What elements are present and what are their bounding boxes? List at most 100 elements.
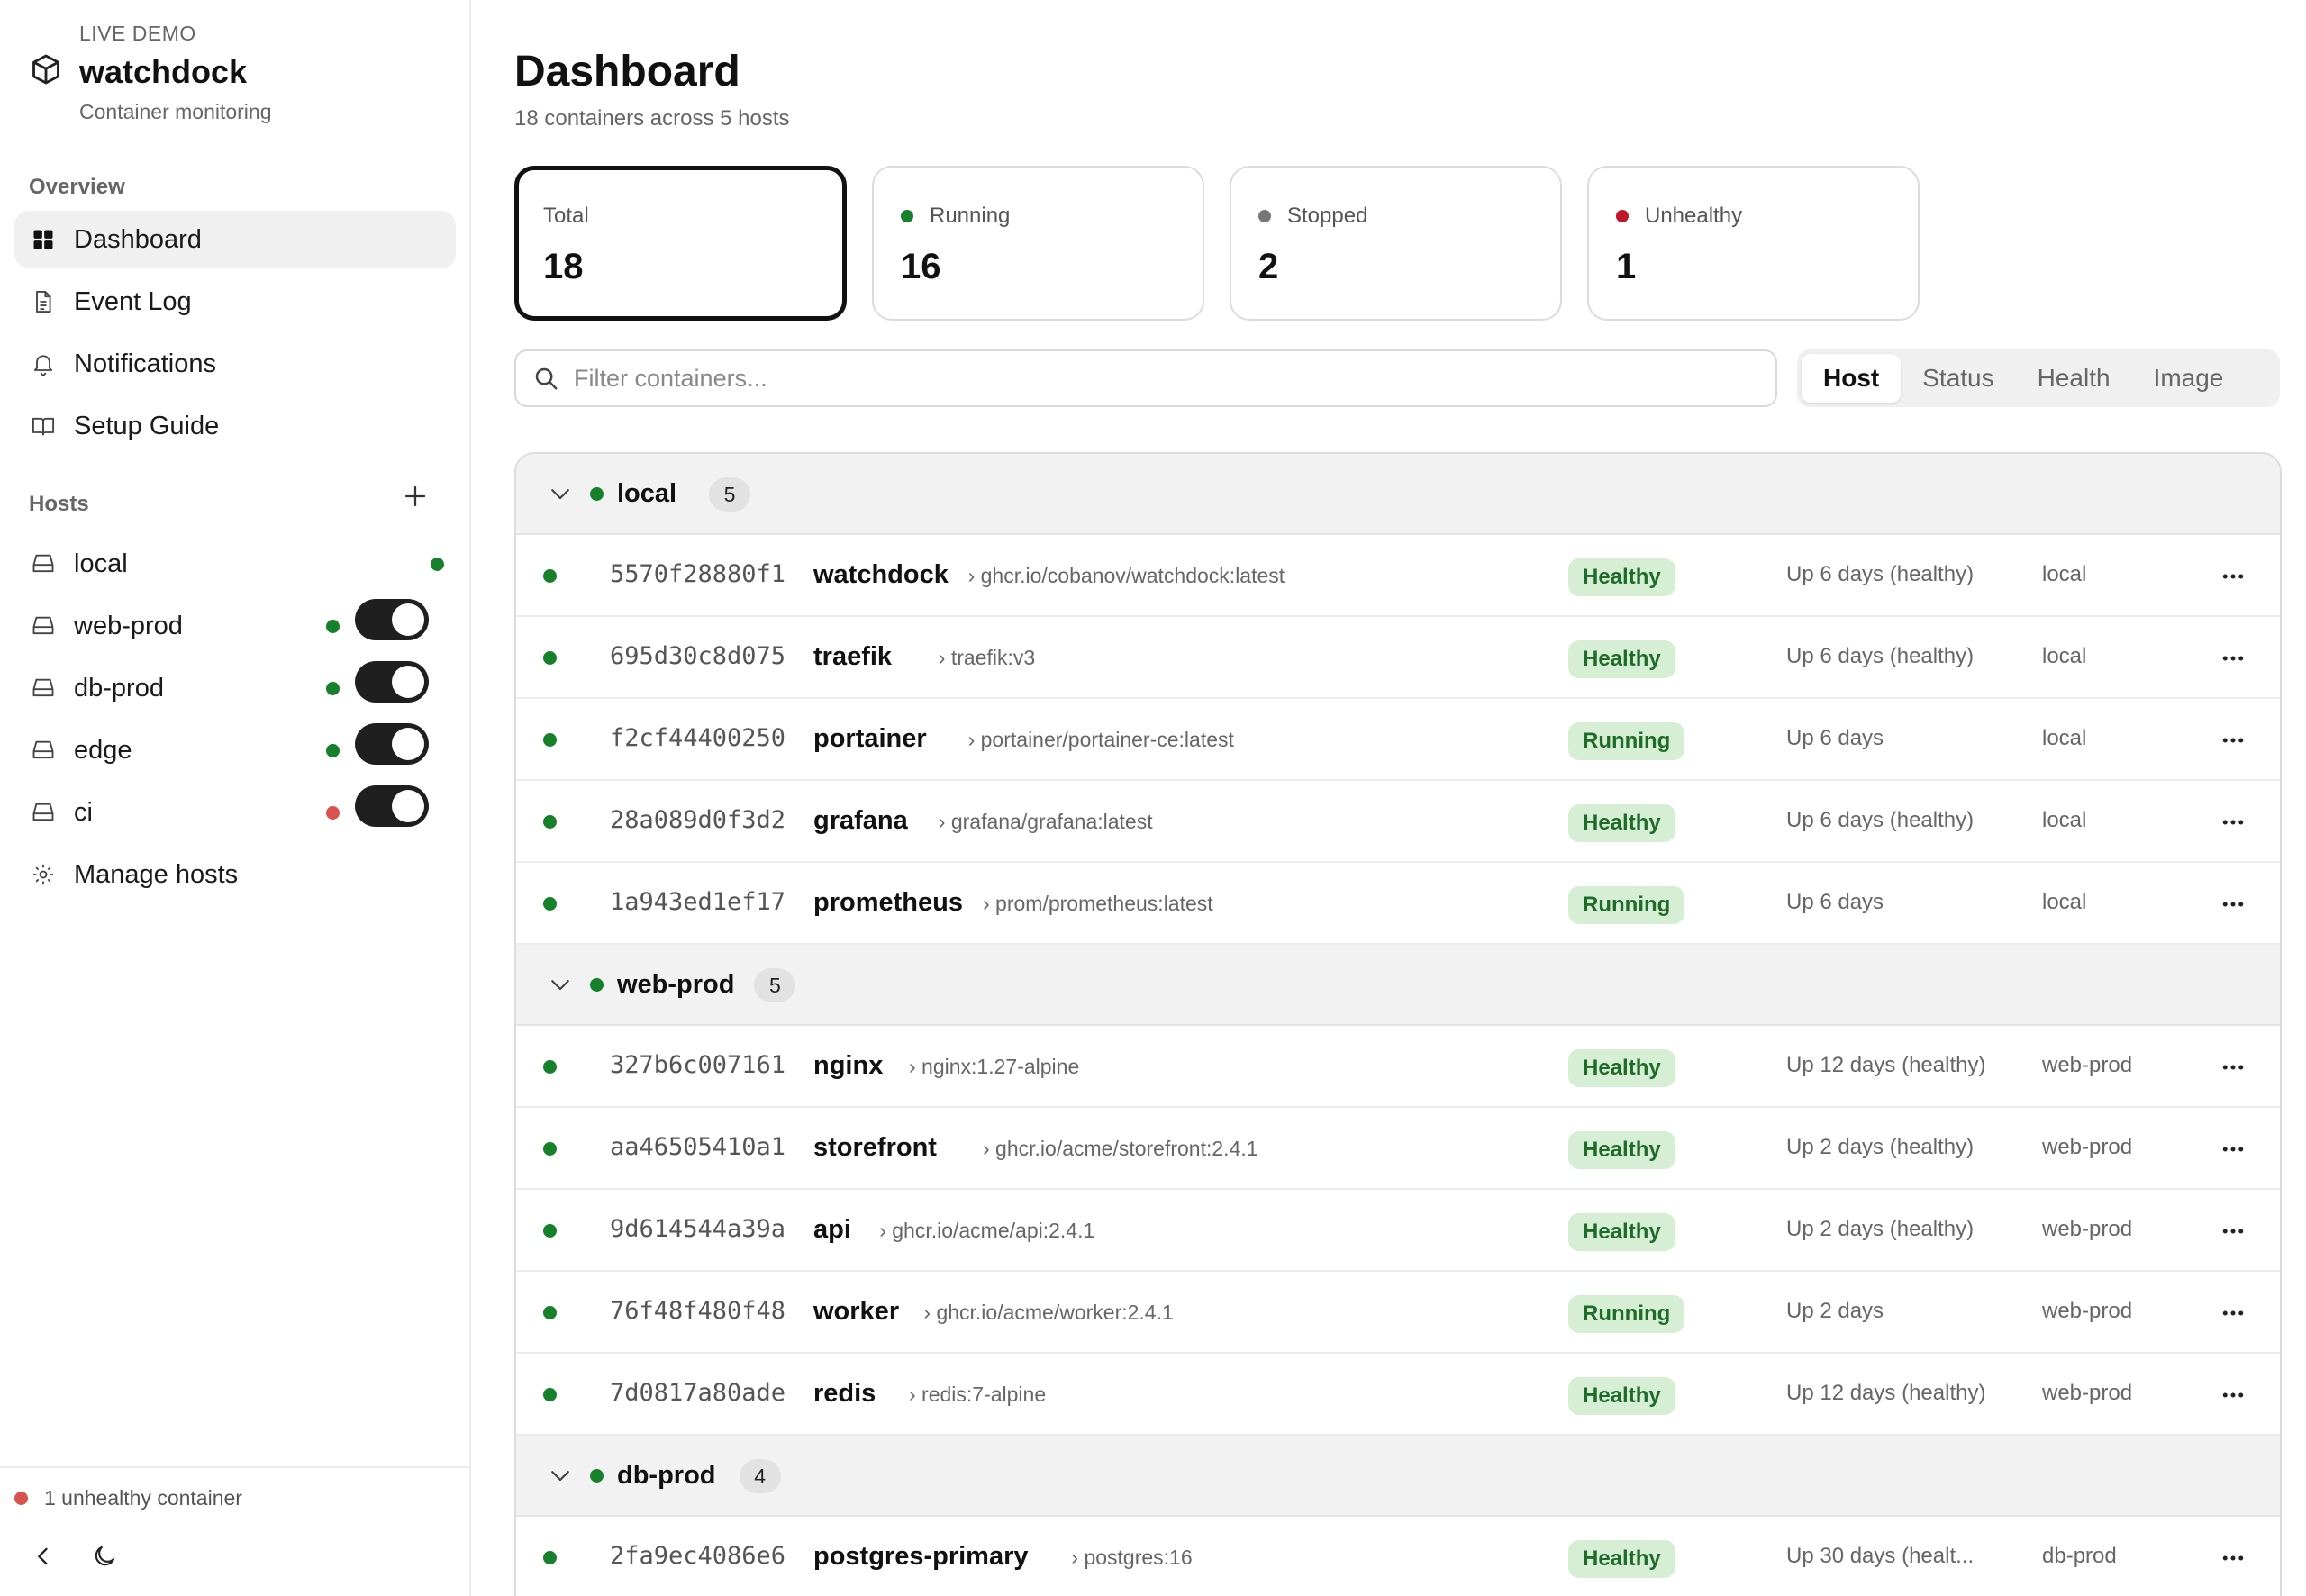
status-dot <box>901 210 913 222</box>
table-row[interactable]: 1a943ed1ef17 prometheus › prom/prometheus:… <box>516 863 2280 945</box>
sidebar-host-local[interactable]: local <box>14 535 456 593</box>
more-horizontal-icon <box>2222 820 2244 825</box>
filter-input[interactable] <box>574 364 1745 393</box>
container-id: 695d30c8d075 <box>610 642 786 670</box>
container-image: › grafana/grafana:latest <box>938 810 1153 833</box>
nav-dashboard[interactable]: Dashboard <box>14 211 456 268</box>
host-toggle-ci[interactable] <box>355 785 429 827</box>
group-header-web-prod[interactable]: web-prod 5 <box>516 945 2280 1026</box>
group-status-dot <box>590 486 604 501</box>
stat-value: 16 <box>901 247 941 286</box>
group-by-image[interactable]: Image <box>2132 354 2246 403</box>
table-row[interactable]: 695d30c8d075 traefik › traefik:v3 Healthy Up… <box>516 617 2280 699</box>
stat-card-running[interactable]: Running 16 <box>872 166 1204 321</box>
row-actions-button[interactable] <box>2217 1542 2249 1574</box>
row-actions-button[interactable] <box>2217 642 2249 675</box>
host-toggle-edge[interactable] <box>355 723 429 765</box>
table-row[interactable]: 28a089d0f3d2 grafana › grafana/grafana:lat… <box>516 781 2280 863</box>
bell-icon <box>31 351 56 376</box>
row-actions-button[interactable] <box>2217 1051 2249 1084</box>
container-name[interactable]: watchdock <box>813 560 949 590</box>
table-row[interactable]: aa46505410a1 storefront › ghcr.io/acme/sto… <box>516 1108 2280 1190</box>
container-name[interactable]: traefik <box>813 642 892 672</box>
row-actions-button[interactable] <box>2217 888 2249 920</box>
host-toggle-web-prod[interactable] <box>355 599 429 640</box>
group-header-local[interactable]: local 5 <box>516 454 2280 535</box>
stat-value: 2 <box>1258 247 1279 286</box>
table-row[interactable]: 9d614544a39a api › ghcr.io/acme/api:2.4.1 H… <box>516 1190 2280 1272</box>
container-name[interactable]: portainer <box>813 724 927 754</box>
row-status-dot <box>543 651 557 665</box>
nav-notifications[interactable]: Notifications <box>14 335 456 393</box>
group-name: db-prod <box>617 1460 716 1490</box>
collapse-sidebar-button[interactable] <box>27 1540 59 1573</box>
status-badge: Healthy <box>1568 1049 1675 1087</box>
container-name[interactable]: nginx <box>813 1051 883 1081</box>
container-name[interactable]: worker <box>813 1297 899 1327</box>
container-id: aa46505410a1 <box>610 1133 786 1161</box>
group-by-status[interactable]: Status <box>1901 354 2015 403</box>
row-actions-button[interactable] <box>2217 560 2249 593</box>
row-actions-button[interactable] <box>2217 1215 2249 1247</box>
container-host: web-prod <box>2042 1135 2133 1159</box>
row-actions-button[interactable] <box>2217 724 2249 757</box>
container-host: web-prod <box>2042 1381 2133 1405</box>
container-name[interactable]: api <box>813 1215 851 1245</box>
search-icon <box>535 367 558 390</box>
nav-manage-hosts[interactable]: Manage hosts <box>14 846 456 903</box>
container-name[interactable]: prometheus <box>813 888 963 918</box>
row-actions-button[interactable] <box>2217 1379 2249 1411</box>
row-actions-button[interactable] <box>2217 806 2249 839</box>
container-image: › prom/prometheus:latest <box>983 892 1213 915</box>
group-by-host[interactable]: Host <box>1802 354 1902 403</box>
host-status-dot <box>326 806 340 820</box>
host-label: local <box>74 549 128 578</box>
chevron-left-icon <box>38 1547 48 1565</box>
group-header-db-prod[interactable]: db-prod 4 <box>516 1436 2280 1517</box>
container-name[interactable]: redis <box>813 1379 876 1409</box>
more-horizontal-icon <box>2222 1310 2244 1316</box>
row-actions-button[interactable] <box>2217 1297 2249 1329</box>
row-status-dot <box>543 733 557 747</box>
status-badge: Healthy <box>1568 1213 1675 1251</box>
add-host-button[interactable] <box>400 481 431 512</box>
filter-search[interactable] <box>514 349 1777 407</box>
table-row[interactable]: f2cf44400250 portainer › portainer/portain… <box>516 699 2280 781</box>
stat-value: 18 <box>543 247 584 286</box>
stat-card-total[interactable]: Total 18 <box>514 166 847 321</box>
row-status-dot <box>543 1060 557 1074</box>
table-row[interactable]: 327b6c007161 nginx › nginx:1.27-alpine Heal… <box>516 1026 2280 1108</box>
table-row[interactable]: 7d0817a80ade redis › redis:7-alpine Healthy… <box>516 1354 2280 1436</box>
container-name[interactable]: grafana <box>813 806 908 836</box>
table-row[interactable]: 2fa9ec4086e6 postgres-primary › postgres:1… <box>516 1517 2280 1596</box>
container-image: › redis:7-alpine <box>909 1383 1047 1406</box>
container-name[interactable]: storefront <box>813 1133 937 1163</box>
theme-toggle-button[interactable] <box>88 1540 121 1573</box>
nav-label: Event Log <box>74 286 192 316</box>
brand-tag: LIVE DEMO <box>79 22 196 45</box>
status-badge: Healthy <box>1568 1131 1675 1169</box>
container-uptime: Up 2 days <box>1786 1299 1884 1323</box>
container-name[interactable]: postgres-primary <box>813 1542 1029 1572</box>
chevron-down-icon[interactable] <box>547 1462 574 1489</box>
brand[interactable]: watchdock <box>29 52 247 91</box>
stat-card-unhealthy[interactable]: Unhealthy 1 <box>1587 166 1920 321</box>
footer-status: 1 unhealthy container <box>14 1486 242 1510</box>
nav-event-log[interactable]: Event Log <box>14 273 456 331</box>
more-horizontal-icon <box>2222 1147 2244 1152</box>
container-uptime: Up 6 days (healthy) <box>1786 808 1975 832</box>
stat-card-stopped[interactable]: Stopped 2 <box>1230 166 1562 321</box>
table-row[interactable]: 76f48f480f48 worker › ghcr.io/acme/worker:… <box>516 1272 2280 1354</box>
cube-icon <box>29 52 63 91</box>
nav-setup-guide[interactable]: Setup Guide <box>14 397 456 455</box>
chevron-down-icon[interactable] <box>547 480 574 507</box>
status-badge: Healthy <box>1568 640 1675 678</box>
app-root: LIVE DEMO watchdock Container monitoring… <box>0 0 2306 1596</box>
group-by-health[interactable]: Health <box>2016 354 2132 403</box>
table-row[interactable]: 5570f28880f1 watchdock › ghcr.io/cobanov/w… <box>516 535 2280 617</box>
status-badge: Running <box>1568 722 1685 760</box>
row-actions-button[interactable] <box>2217 1133 2249 1165</box>
chevron-down-icon[interactable] <box>547 971 574 998</box>
host-toggle-db-prod[interactable] <box>355 661 429 703</box>
stat-label: Stopped <box>1258 204 1367 229</box>
